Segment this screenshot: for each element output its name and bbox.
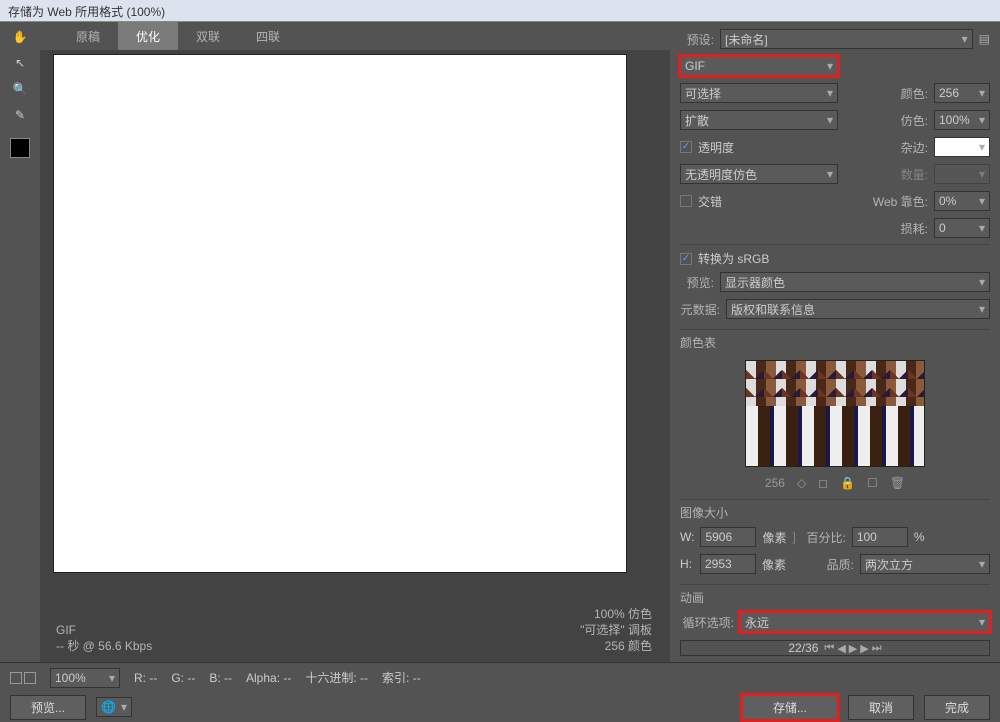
px-label2: 像素 xyxy=(762,556,786,573)
preset-label: 预设: xyxy=(680,31,714,48)
tab-optimized[interactable]: 优化 xyxy=(118,22,178,51)
tab-4up[interactable]: 四联 xyxy=(238,22,298,51)
height-input[interactable] xyxy=(700,554,756,574)
ct-icon[interactable]: ◇ xyxy=(797,476,806,490)
w-label: W: xyxy=(680,530,694,544)
colors-label: 颜色: xyxy=(888,85,928,102)
transparency-label: 透明度 xyxy=(698,139,734,156)
animation-label: 动画 xyxy=(680,584,990,606)
percent-input[interactable] xyxy=(852,527,908,547)
matte-select[interactable] xyxy=(934,137,990,157)
hex-readout: 十六进制: -- xyxy=(305,669,368,686)
alpha-readout: Alpha: -- xyxy=(246,671,291,685)
amount-label: 数量: xyxy=(888,166,928,183)
loop-label: 循环选项: xyxy=(680,614,734,631)
colors-select[interactable]: 256 xyxy=(934,83,990,103)
last-frame-icon[interactable]: ⏭ xyxy=(872,642,882,655)
trans-dither-select[interactable]: 无透明度仿色 xyxy=(680,164,838,184)
preset-select[interactable]: [未命名] xyxy=(720,29,973,49)
interlace-label: 交错 xyxy=(698,193,722,210)
dither-select[interactable]: 扩散 xyxy=(680,110,838,130)
lossy-select[interactable]: 0 xyxy=(934,218,990,238)
loop-select[interactable]: 永远 xyxy=(740,612,990,632)
px-label: 像素 xyxy=(762,529,786,546)
info-palette: "可选择" 调板 xyxy=(580,622,652,638)
first-frame-icon[interactable]: ⏮ xyxy=(824,642,834,655)
preview-select[interactable]: 显示器颜色 xyxy=(720,272,990,292)
websnap-label: Web 靠色: xyxy=(868,193,928,210)
speed-label: -- 秒 @ 56.6 Kbps xyxy=(56,638,152,654)
browser-select[interactable]: 🌐 xyxy=(96,697,132,717)
canvas-info-left: GIF -- 秒 @ 56.6 Kbps xyxy=(56,622,152,654)
percent-label: 百分比: xyxy=(802,529,846,546)
globe-icon: 🌐 xyxy=(101,700,116,714)
frame-count: 22/36 xyxy=(788,641,818,655)
reduction-select[interactable]: 可选择 xyxy=(680,83,838,103)
transparency-checkbox[interactable] xyxy=(680,141,692,153)
slice-vis-icons[interactable] xyxy=(10,672,36,684)
dither-amt-label: 仿色: xyxy=(888,112,928,129)
width-input[interactable] xyxy=(700,527,756,547)
ct-new-icon[interactable]: ☐ xyxy=(867,476,878,490)
preview-canvas[interactable] xyxy=(53,54,627,573)
next-frame-icon[interactable]: ▶ xyxy=(860,642,868,655)
tab-2up[interactable]: 双联 xyxy=(178,22,238,51)
zoom-tool-icon[interactable]: 🔍 xyxy=(6,78,34,100)
frame-nav: 22/36 ⏮ ◀ ▶ ▶ ⏭ xyxy=(680,640,990,656)
g-readout: G: -- xyxy=(171,671,195,685)
window-title: 存储为 Web 所用格式 (100%) xyxy=(0,0,1000,22)
slice-tool-icon[interactable]: ↖ xyxy=(6,52,34,74)
colortable-footer: 256 ◇ ◻ 🔒 ☐ 🗑 xyxy=(680,476,990,490)
button-row: 预览... 🌐 存储... 取消 完成 xyxy=(0,692,1000,722)
color-swatch[interactable] xyxy=(10,138,30,158)
color-table[interactable] xyxy=(745,360,925,467)
format-label: GIF xyxy=(56,622,152,638)
preview-label: 预览: xyxy=(680,274,714,291)
h-label: H: xyxy=(680,557,694,571)
srgb-checkbox[interactable] xyxy=(680,253,692,265)
flyout-menu-icon[interactable]: ▤ xyxy=(979,32,990,46)
hand-tool-icon[interactable]: ✋ xyxy=(6,26,34,48)
zoom-select[interactable]: 100% xyxy=(50,668,120,688)
quality-label: 品质: xyxy=(810,556,854,573)
amount-select xyxy=(934,164,990,184)
dither-amt-select[interactable]: 100% xyxy=(934,110,990,130)
info-dither: 100% 仿色 xyxy=(580,606,652,622)
save-button[interactable]: 存储... xyxy=(742,695,838,720)
view-tabs: 原稿 优化 双联 四联 xyxy=(40,22,670,50)
matte-label: 杂边: xyxy=(888,139,928,156)
colortable-label: 颜色表 xyxy=(680,329,990,351)
prev-frame-icon[interactable]: ◀ xyxy=(837,642,845,655)
preview-button[interactable]: 预览... xyxy=(10,695,86,720)
toolbar: ✋ ↖ 🔍 ✎ xyxy=(0,22,40,662)
done-button[interactable]: 完成 xyxy=(924,695,990,720)
tab-original[interactable]: 原稿 xyxy=(58,22,118,51)
b-readout: B: -- xyxy=(209,671,232,685)
r-readout: R: -- xyxy=(134,671,157,685)
colortable-count: 256 xyxy=(765,476,785,490)
lossy-label: 损耗: xyxy=(888,220,928,237)
link-icon[interactable]: ] xyxy=(792,530,795,544)
pct-sign: % xyxy=(914,530,925,544)
metadata-select[interactable]: 版权和联系信息 xyxy=(726,299,990,319)
settings-panel: 预设: [未命名] ▤ GIF 可选择 颜色: 256 扩散 仿色: 100% … xyxy=(670,22,1000,662)
ct-icon[interactable]: ◻ xyxy=(818,476,828,490)
interlace-checkbox[interactable] xyxy=(680,195,692,207)
canvas-info-right: 100% 仿色 "可选择" 调板 256 颜色 xyxy=(580,606,652,654)
format-select[interactable]: GIF xyxy=(680,56,838,76)
imagesize-label: 图像大小 xyxy=(680,499,990,521)
ct-trash-icon[interactable]: 🗑 xyxy=(890,476,905,490)
eyedropper-tool-icon[interactable]: ✎ xyxy=(6,104,34,126)
ct-lock-icon[interactable]: 🔒 xyxy=(840,476,855,490)
srgb-label: 转换为 sRGB xyxy=(698,250,769,267)
index-readout: 索引: -- xyxy=(382,669,421,686)
cancel-button[interactable]: 取消 xyxy=(848,695,914,720)
play-icon[interactable]: ▶ xyxy=(849,642,857,655)
websnap-select[interactable]: 0% xyxy=(934,191,990,211)
quality-select[interactable]: 两次立方 xyxy=(860,554,990,574)
info-strip: 100% R: -- G: -- B: -- Alpha: -- 十六进制: -… xyxy=(0,662,1000,692)
info-colors: 256 颜色 xyxy=(580,638,652,654)
metadata-label: 元数据: xyxy=(680,301,720,318)
